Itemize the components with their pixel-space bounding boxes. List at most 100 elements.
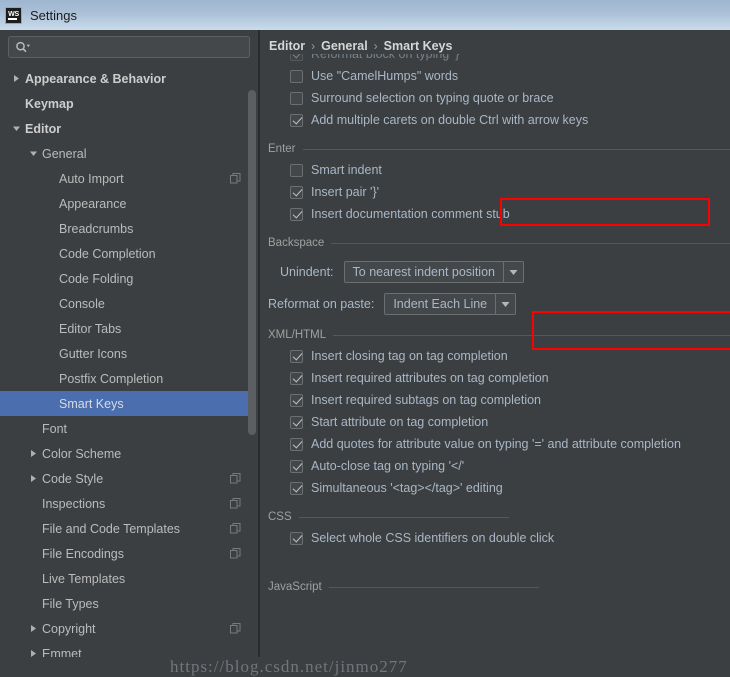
sidebar-item-code-folding[interactable]: Code Folding: [0, 266, 250, 291]
sidebar-item-general[interactable]: General: [0, 141, 250, 166]
sidebar-item-gutter-icons[interactable]: Gutter Icons: [0, 341, 250, 366]
sidebar-item-emmet[interactable]: Emmet: [0, 641, 250, 657]
chevron-down-icon[interactable]: [27, 148, 39, 160]
sidebar-item-console[interactable]: Console: [0, 291, 250, 316]
checkbox-checked-icon[interactable]: [290, 394, 303, 407]
sidebar-item-appearance[interactable]: Appearance: [0, 191, 250, 216]
top-options-group: Reformat block on typing '}' Use "CamelHu…: [260, 54, 730, 131]
sidebar-item-label: Font: [42, 422, 242, 436]
copy-settings-icon: [230, 498, 242, 510]
sidebar-item-editor-tabs[interactable]: Editor Tabs: [0, 316, 250, 341]
checkbox-row[interactable]: Insert required subtags on tag completio…: [260, 389, 730, 411]
sidebar-item-label: Console: [59, 297, 242, 311]
reformat-on-paste-label: Reformat on paste:: [268, 297, 374, 311]
checkbox-row[interactable]: Smart indent: [260, 159, 730, 181]
group-title: CSS: [268, 511, 299, 523]
checkbox-row[interactable]: Select whole CSS identifiers on double c…: [260, 527, 730, 549]
sidebar-item-label: Appearance: [59, 197, 242, 211]
sidebar-item-label: Keymap: [25, 97, 242, 111]
checkbox-row[interactable]: Start attribute on tag completion: [260, 411, 730, 433]
checkbox-checked-icon[interactable]: [290, 438, 303, 451]
chevron-down-icon[interactable]: [495, 294, 515, 314]
sidebar-item-editor[interactable]: Editor: [0, 116, 250, 141]
sidebar-item-file-and-code-templates[interactable]: File and Code Templates: [0, 516, 250, 541]
sidebar-item-color-scheme[interactable]: Color Scheme: [0, 441, 250, 466]
sidebar-item-font[interactable]: Font: [0, 416, 250, 441]
checkbox-checked-icon[interactable]: [290, 350, 303, 363]
checkbox-unchecked-icon[interactable]: [290, 70, 303, 83]
sidebar-item-file-encodings[interactable]: File Encodings: [0, 541, 250, 566]
sidebar-item-copyright[interactable]: Copyright: [0, 616, 250, 641]
checkbox-row[interactable]: Insert documentation comment stub: [260, 203, 730, 225]
checkbox-label: Select whole CSS identifiers on double c…: [311, 531, 554, 545]
sidebar-item-code-completion[interactable]: Code Completion: [0, 241, 250, 266]
search-input[interactable]: [8, 36, 250, 58]
checkbox-unchecked-icon[interactable]: [290, 92, 303, 105]
sidebar-item-label: Inspections: [42, 497, 230, 511]
checkbox-row[interactable]: Use "CamelHumps" words: [260, 65, 730, 87]
sidebar-item-appearance-behavior[interactable]: Appearance & Behavior: [0, 66, 250, 91]
checkbox-checked-icon[interactable]: [290, 416, 303, 429]
copy-settings-icon: [230, 173, 242, 185]
checkbox-row[interactable]: Add quotes for attribute value on typing…: [260, 433, 730, 455]
sidebar-item-breadcrumbs[interactable]: Breadcrumbs: [0, 216, 250, 241]
checkbox-checked-icon[interactable]: [290, 532, 303, 545]
checkbox-label: Add quotes for attribute value on typing…: [311, 437, 681, 451]
unindent-dropdown-value: To nearest indent position: [345, 262, 503, 282]
checkbox-label: Reformat block on typing '}': [311, 54, 462, 61]
checkbox-checked-icon[interactable]: [290, 208, 303, 221]
chevron-right-icon[interactable]: [27, 473, 39, 485]
checkbox-row[interactable]: Insert pair '}': [260, 181, 730, 203]
sidebar-item-postfix-completion[interactable]: Postfix Completion: [0, 366, 250, 391]
css-options-group: Select whole CSS identifiers on double c…: [260, 527, 730, 549]
breadcrumb: Editor›General›Smart Keys: [269, 39, 452, 53]
chevron-right-icon[interactable]: [27, 448, 39, 460]
checkbox-checked-icon[interactable]: [290, 460, 303, 473]
sidebar-item-label: Code Style: [42, 472, 230, 486]
chevron-right-icon[interactable]: [27, 648, 39, 658]
group-divider: [331, 243, 730, 244]
settings-tree[interactable]: Appearance & Behavior Keymap Editor General…: [0, 66, 250, 657]
sidebar-item-keymap[interactable]: Keymap: [0, 91, 250, 116]
breadcrumb-separator: ›: [311, 39, 315, 53]
settings-content-panel: Editor›General›Smart Keys Reformat block…: [260, 30, 730, 657]
sidebar-item-auto-import[interactable]: Auto Import: [0, 166, 250, 191]
sidebar-scrollbar-thumb[interactable]: [248, 90, 256, 435]
unindent-dropdown[interactable]: To nearest indent position: [344, 261, 524, 283]
chevron-down-icon[interactable]: [503, 262, 523, 282]
checkbox-checked-icon[interactable]: [290, 372, 303, 385]
group-title: XML/HTML: [268, 329, 333, 341]
sidebar-item-code-style[interactable]: Code Style: [0, 466, 250, 491]
sidebar-item-label: Emmet: [42, 647, 242, 658]
copy-settings-icon: [230, 548, 242, 560]
chevron-down-icon[interactable]: [10, 123, 22, 135]
checkbox-checked-icon[interactable]: [290, 114, 303, 127]
checkbox-checked-icon[interactable]: [290, 54, 303, 61]
checkbox-unchecked-icon[interactable]: [290, 164, 303, 177]
group-divider: [329, 587, 539, 588]
sidebar-item-file-types[interactable]: File Types: [0, 591, 250, 616]
sidebar-item-smart-keys[interactable]: Smart Keys: [0, 391, 250, 416]
checkbox-row[interactable]: Auto-close tag on typing '</': [260, 455, 730, 477]
chevron-right-icon[interactable]: [10, 73, 22, 85]
reformat-on-paste-dropdown[interactable]: Indent Each Line: [384, 293, 516, 315]
sidebar-item-live-templates[interactable]: Live Templates: [0, 566, 250, 591]
checkbox-row[interactable]: Simultaneous '<tag></tag>' editing: [260, 477, 730, 499]
checkbox-checked-icon[interactable]: [290, 186, 303, 199]
group-divider: [303, 149, 730, 150]
checkbox-label: Insert required attributes on tag comple…: [311, 371, 549, 385]
sidebar-scrollbar[interactable]: [248, 70, 256, 655]
sidebar-item-label: General: [42, 147, 242, 161]
chevron-right-icon[interactable]: [27, 623, 39, 635]
copy-settings-icon: [230, 473, 242, 485]
sidebar-item-inspections[interactable]: Inspections: [0, 491, 250, 516]
checkbox-row[interactable]: Surround selection on typing quote or br…: [260, 87, 730, 109]
checkbox-label: Use "CamelHumps" words: [311, 69, 458, 83]
checkbox-row[interactable]: Reformat block on typing '}': [260, 54, 730, 65]
checkbox-row[interactable]: Insert closing tag on tag completion: [260, 345, 730, 367]
checkbox-row[interactable]: Add multiple carets on double Ctrl with …: [260, 109, 730, 131]
group-title: JavaScript: [268, 581, 329, 593]
sidebar-item-label: Code Completion: [59, 247, 242, 261]
checkbox-checked-icon[interactable]: [290, 482, 303, 495]
checkbox-row[interactable]: Insert required attributes on tag comple…: [260, 367, 730, 389]
